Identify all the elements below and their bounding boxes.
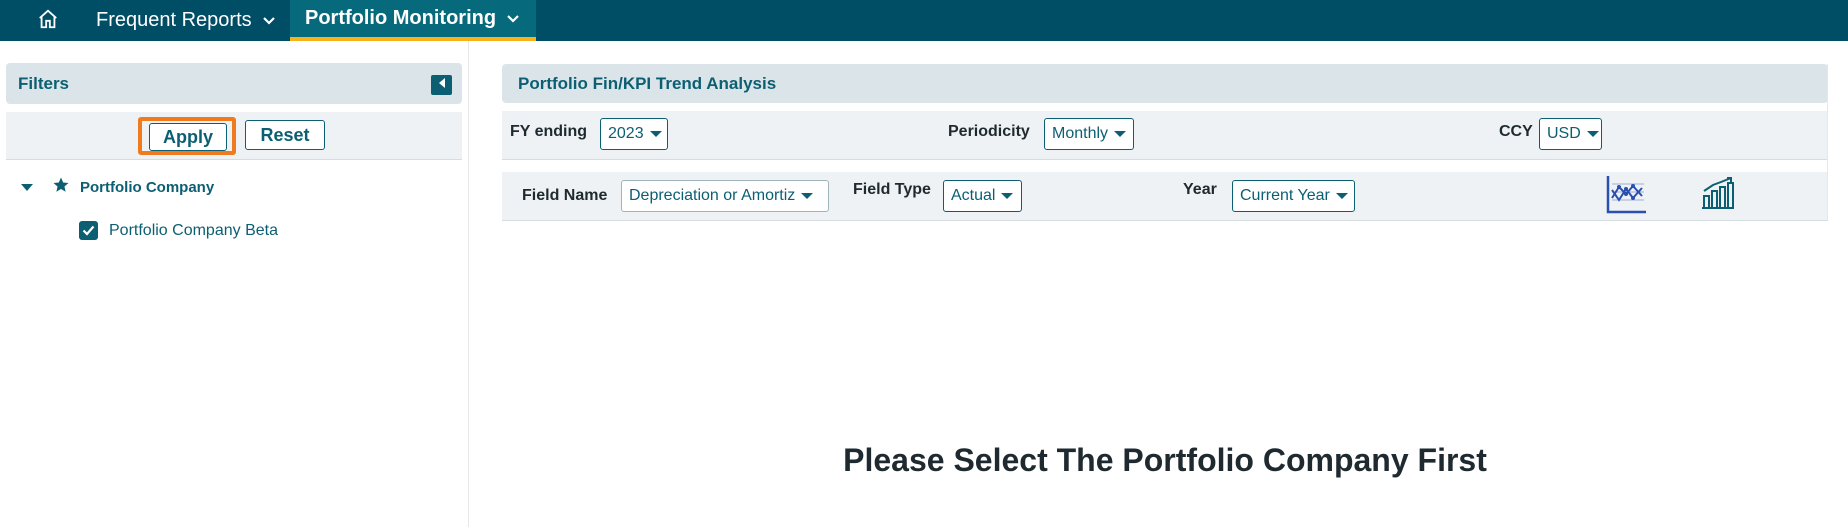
main-panel-border (1827, 64, 1828, 220)
chevron-left-icon (437, 76, 447, 94)
field-type-label: Field Type (853, 181, 931, 198)
caret-down-icon (1114, 131, 1127, 137)
year-value: Current Year (1240, 187, 1330, 204)
caret-down-icon (1001, 193, 1014, 199)
year-label: Year (1183, 181, 1217, 198)
caret-down-icon (801, 193, 814, 199)
tree-parent-label: Portfolio Company (80, 179, 215, 196)
portfolio-company-beta-checkbox[interactable] (79, 221, 98, 240)
tree-child-label: Portfolio Company Beta (109, 221, 278, 239)
periodicity-select[interactable]: Monthly (1044, 118, 1134, 150)
nav-portfolio-monitoring[interactable]: Portfolio Monitoring (290, 0, 536, 41)
field-name-label: Field Name (522, 187, 608, 204)
chevron-down-icon (262, 16, 276, 26)
field-name-select[interactable]: Depreciation or Amortiz (621, 180, 829, 212)
year-select[interactable]: Current Year (1232, 180, 1355, 212)
star-icon (52, 176, 70, 199)
ccy-value: USD (1547, 125, 1581, 142)
apply-button[interactable]: Apply (149, 123, 227, 151)
nav-frequent-reports-label: Frequent Reports (96, 9, 252, 31)
fy-ending-value: 2023 (608, 125, 644, 142)
ccy-select[interactable]: USD (1539, 118, 1602, 150)
top-nav: Frequent Reports Portfolio Monitoring (0, 0, 1848, 41)
periodicity-label: Periodicity (948, 123, 1030, 140)
field-type-select[interactable]: Actual (943, 180, 1022, 212)
field-type-value: Actual (951, 187, 996, 204)
fy-ending-label: FY ending (510, 123, 588, 140)
filter-row-field: Field Name Depreciation or Amortiz Field… (502, 172, 1828, 221)
ccy-label: CCY (1499, 123, 1533, 140)
page-title: Portfolio Fin/KPI Trend Analysis (518, 74, 777, 93)
empty-state-message: Please Select The Portfolio Company Firs… (843, 442, 1487, 478)
filters-panel: Filters Apply Reset Portfolio Company Po… (6, 63, 462, 527)
reset-button[interactable]: Reset (245, 120, 325, 150)
caret-down-icon (1335, 193, 1348, 199)
caret-down-icon[interactable] (20, 179, 34, 197)
filters-header: Filters (6, 63, 462, 104)
panel-divider (468, 41, 469, 527)
caret-down-icon (1586, 131, 1599, 137)
caret-down-icon (649, 131, 662, 137)
periodicity-value: Monthly (1052, 125, 1109, 142)
collapse-filters-button[interactable] (431, 75, 452, 95)
line-chart-icon[interactable] (1606, 174, 1648, 219)
filters-title: Filters (18, 74, 70, 93)
bar-chart-icon[interactable] (1700, 176, 1736, 215)
home-button[interactable] (34, 8, 62, 34)
tree-node-portfolio-company[interactable]: Portfolio Company (20, 176, 214, 199)
filter-row-period: FY ending 2023 Periodicity Monthly CCY U… (502, 111, 1828, 160)
field-name-value: Depreciation or Amortiz (629, 187, 796, 204)
main-header: Portfolio Fin/KPI Trend Analysis (502, 64, 1828, 103)
tree-node-portfolio-company-beta[interactable]: Portfolio Company Beta (79, 221, 278, 240)
home-icon (37, 8, 59, 35)
nav-portfolio-monitoring-label: Portfolio Monitoring (305, 7, 497, 29)
nav-frequent-reports[interactable]: Frequent Reports (96, 0, 276, 41)
fy-ending-select[interactable]: 2023 (600, 118, 668, 150)
chevron-down-icon (506, 14, 520, 24)
